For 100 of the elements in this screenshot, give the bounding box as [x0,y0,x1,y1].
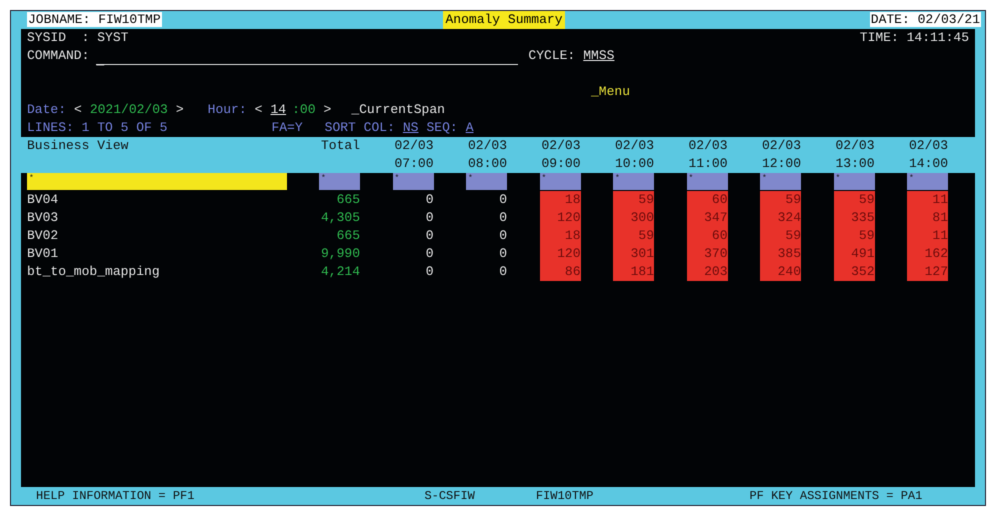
filter-field[interactable]: * [392,173,434,190]
anomaly-cell: 18 [540,191,580,209]
total-cell-text: 4,305 [320,209,360,227]
hour-label: Hour: [208,101,247,119]
anomaly-cell: 181 [613,263,654,281]
previous-hour-button[interactable]: < [254,101,262,119]
filter-field[interactable]: * [540,173,580,190]
anomaly-cell: 120 [540,209,580,227]
screen-title: Anomaly Summary [443,11,565,29]
anomaly-cell: 324 [760,209,801,227]
anomaly-cell: 59 [613,227,654,245]
filter-field[interactable]: * [319,173,360,190]
anomaly-cell: 301 [613,245,654,263]
column-header: 09:00 [540,155,580,173]
anomaly-cell: 370 [686,245,728,263]
anomaly-cell: 11 [907,191,948,209]
sort-value[interactable]: NS [402,119,418,137]
job-name: JOBNAME: FIW10TMP [27,12,162,27]
column-header: 14:00 [908,155,948,173]
anomaly-cell: 385 [760,245,801,263]
cycle-value[interactable]: MMSS [583,47,614,65]
hour-value[interactable]: 14 [270,101,286,119]
column-header: 02/03 [687,137,728,155]
cursor: _ [96,55,104,67]
column-header: Business View [27,137,130,155]
column-header: 13:00 [834,155,874,173]
anomaly-cell: 203 [686,263,728,281]
next-date-button[interactable]: > [176,101,184,119]
date-value: 2021/02/03 [90,101,168,119]
anomaly-cell: 60 [686,191,728,209]
anomaly-cell: 240 [760,263,801,281]
anomaly-cell: 300 [613,209,654,227]
total-cell-text: 665 [336,191,360,209]
anomaly-cell: 59 [760,227,801,245]
command-field[interactable]: _ [96,47,518,65]
count-cell-text: 0 [498,209,507,227]
row-name[interactable]: BV02 [27,227,287,245]
column-header: 07:00 [393,155,434,173]
previous-date-button[interactable]: < [74,101,82,119]
column-header: 02/03 [908,137,948,155]
row-name[interactable]: BV03 [27,209,287,227]
next-hour-button[interactable]: > [324,101,332,119]
screen-time: TIME: 14:11:45 [860,29,969,47]
filter-field[interactable]: * [686,173,728,190]
sequence-value[interactable]: A [466,119,474,137]
anomaly-cell: 120 [540,245,580,263]
filter-field[interactable]: * [613,173,654,190]
column-header: 02/03 [760,137,801,155]
column-header: Total [320,137,360,155]
lines-info: LINES: 1 TO 5 OF 5 [27,119,168,137]
sort-label: SORT COL: [324,119,395,137]
anomaly-cell: 127 [907,263,948,281]
anomaly-cell: 11 [907,227,948,245]
status-text: S-CSFIW [424,488,475,505]
column-header: 11:00 [687,155,728,173]
filter-field[interactable]: * [907,173,948,190]
status-text: PF KEY ASSIGNMENTS = PA1 [749,488,922,505]
anomaly-cell: 59 [613,191,654,209]
anomaly-cell: 335 [834,209,874,227]
column-header: 02/03 [466,137,507,155]
count-cell-text: 0 [424,209,434,227]
count-cell-text: 0 [424,227,434,245]
filter-field[interactable]: * [834,173,874,190]
total-cell-text: 665 [336,227,360,245]
date-label: Date: [27,101,66,119]
count-cell-text: 0 [498,245,507,263]
anomaly-cell: 352 [834,263,874,281]
column-header: 02/03 [834,137,874,155]
total-cell-text: 9,990 [320,245,360,263]
current-span-link[interactable]: _CurrentSpan [351,101,445,119]
row-name[interactable]: BV04 [27,191,287,209]
count-cell-text: 0 [498,263,507,281]
column-header: 02/03 [540,137,580,155]
filter-field[interactable]: * [760,173,801,190]
filter-flag-label: FA=Y [271,119,303,137]
column-header: 12:00 [760,155,801,173]
filter-field[interactable]: * [466,173,507,190]
anomaly-cell: 162 [907,245,948,263]
count-cell-text: 0 [498,227,507,245]
sequence-label: SEQ: [426,119,458,137]
screen-date: DATE: 02/03/21 [870,12,981,27]
count-cell-text: 0 [424,263,434,281]
column-header: 10:00 [614,155,654,173]
menu-link[interactable]: _Menu [591,83,630,101]
hour-suffix: :00 [292,101,316,119]
column-header: 02/03 [393,137,434,155]
anomaly-cell: 59 [834,227,874,245]
anomaly-cell: 60 [686,227,728,245]
column-header: 08:00 [466,155,507,173]
count-cell-text: 0 [424,245,434,263]
anomaly-cell: 59 [834,191,874,209]
row-name[interactable]: bt_to_mob_mapping [27,263,287,281]
system-id: SYSID : SYST [27,29,128,47]
anomaly-cell: 86 [540,263,580,281]
filter-field[interactable]: * [27,173,287,190]
anomaly-cell: 59 [760,191,801,209]
row-name[interactable]: BV01 [27,245,287,263]
column-header: 02/03 [614,137,654,155]
count-cell-text: 0 [424,191,434,209]
status-text: HELP INFORMATION = PF1 [36,488,194,505]
